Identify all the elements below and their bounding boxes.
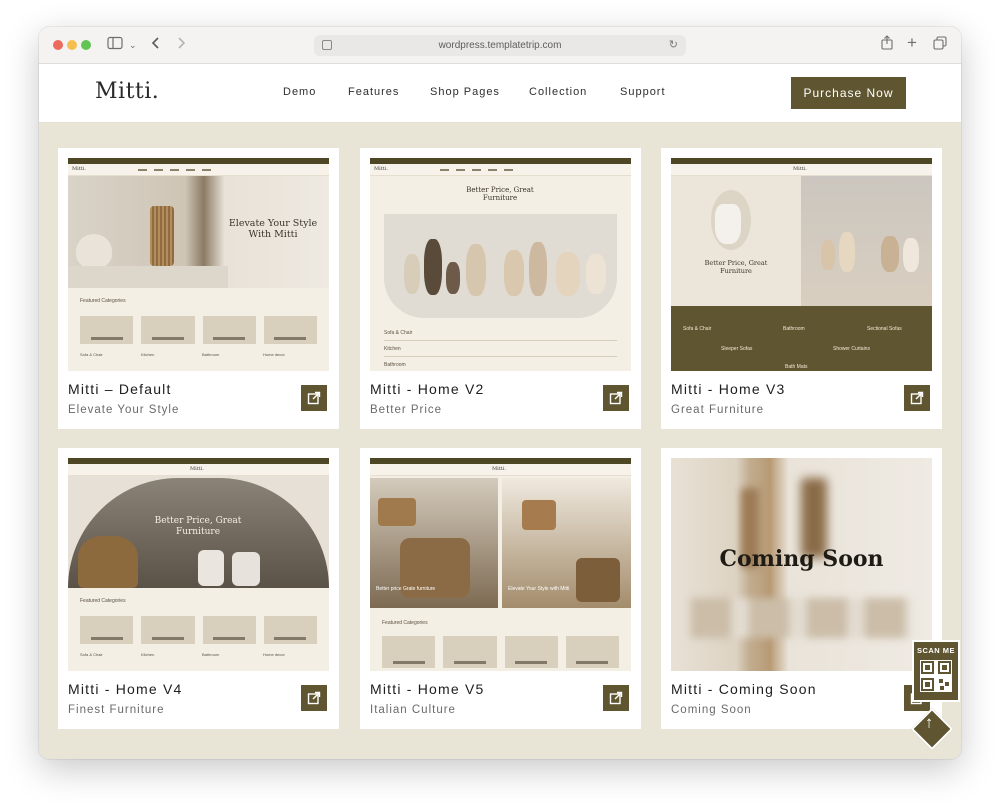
reload-icon[interactable]: ↻ — [669, 35, 678, 56]
external-link-icon — [307, 691, 321, 705]
card-subtitle: Elevate Your Style — [68, 404, 180, 416]
qr-code-icon — [920, 660, 952, 692]
open-demo-button[interactable] — [904, 385, 930, 411]
browser-titlebar: ⌄ wordpress.templatetrip.com ↻ + — [39, 27, 961, 64]
back-icon[interactable] — [151, 35, 161, 55]
browser-window: ⌄ wordpress.templatetrip.com ↻ + Mitti. … — [39, 27, 961, 759]
demo-thumbnail[interactable]: Mitti. Better Price, Great Furniture Fea… — [68, 458, 329, 671]
open-demo-button[interactable] — [301, 685, 327, 711]
tabs-overview-icon[interactable] — [933, 35, 947, 55]
card-subtitle: Finest Furniture — [68, 704, 165, 716]
thumb-hero-text: Better price Grate furniture — [376, 586, 436, 592]
demo-thumbnail[interactable]: Mitti. Better Price, Great Furniture Sof… — [671, 158, 932, 371]
demo-thumbnail[interactable]: Mitti. Better price Grate furniture Elev… — [370, 458, 631, 671]
open-demo-button[interactable] — [603, 685, 629, 711]
card-title[interactable]: Mitti – Default — [68, 381, 172, 397]
nav-shop-pages[interactable]: Shop Pages — [430, 86, 500, 98]
card-title[interactable]: Mitti - Home V5 — [370, 681, 484, 697]
thumb-hero-text: Better Price, Great Furniture — [466, 186, 534, 203]
demo-thumbnail[interactable]: Mitti. Better Price, Great Furniture Sof… — [370, 158, 631, 371]
thumb-hero-text: Elevate Your Style With Mitti — [228, 218, 318, 241]
site-logo[interactable]: Mitti. — [95, 79, 159, 104]
minimize-window-button[interactable] — [67, 40, 77, 50]
new-tab-icon[interactable]: + — [907, 33, 917, 53]
site-settings-icon[interactable] — [322, 40, 332, 50]
card-subtitle: Italian Culture — [370, 704, 456, 716]
nav-support[interactable]: Support — [620, 86, 666, 98]
thumb-hero-text: Better Price, Great Furniture — [154, 516, 242, 537]
card-subtitle: Better Price — [370, 404, 443, 416]
external-link-icon — [609, 691, 623, 705]
card-subtitle: Great Furniture — [671, 404, 764, 416]
site-header: Mitti. Demo Features Shop Pages Collecti… — [39, 64, 961, 123]
close-window-button[interactable] — [53, 40, 63, 50]
url-text: wordpress.templatetrip.com — [438, 40, 562, 51]
nav-collection[interactable]: Collection — [529, 86, 587, 98]
nav-features[interactable]: Features — [348, 86, 399, 98]
demo-card-home-v5[interactable]: Mitti. Better price Grate furniture Elev… — [360, 448, 641, 729]
thumb-hero-text: Better Price, Great Furniture — [704, 259, 768, 275]
external-link-icon — [609, 391, 623, 405]
card-title[interactable]: Mitti - Home V4 — [68, 681, 182, 697]
card-title[interactable]: Mitti - Home V3 — [671, 381, 785, 397]
demo-thumbnail[interactable]: Mitti. Elevate Your Style With Mitti Fea… — [68, 158, 329, 371]
card-title[interactable]: Mitti - Coming Soon — [671, 681, 817, 697]
coming-soon-heading: Coming Soon — [719, 546, 884, 572]
forward-icon[interactable] — [176, 35, 186, 55]
arrow-up-icon: ↑ — [925, 714, 934, 732]
demo-card-home-v2[interactable]: Mitti. Better Price, Great Furniture Sof… — [360, 148, 641, 429]
demo-card-coming-soon[interactable]: Coming Soon Mitti - Coming Soon Coming S… — [661, 448, 942, 729]
demo-card-home-v3[interactable]: Mitti. Better Price, Great Furniture Sof… — [661, 148, 942, 429]
demo-card-default[interactable]: Mitti. Elevate Your Style With Mitti Fea… — [58, 148, 339, 429]
card-subtitle: Coming Soon — [671, 704, 752, 716]
open-demo-button[interactable] — [603, 385, 629, 411]
external-link-icon — [910, 391, 924, 405]
zoom-window-button[interactable] — [81, 40, 91, 50]
chevron-down-icon[interactable]: ⌄ — [129, 35, 137, 55]
address-bar[interactable]: wordpress.templatetrip.com ↻ — [314, 35, 686, 56]
external-link-icon — [307, 391, 321, 405]
nav-demo[interactable]: Demo — [283, 86, 316, 98]
purchase-now-button[interactable]: Purchase Now — [791, 77, 906, 109]
demo-thumbnail[interactable]: Coming Soon — [671, 458, 932, 671]
share-icon[interactable] — [881, 35, 893, 55]
open-demo-button[interactable] — [301, 385, 327, 411]
card-title[interactable]: Mitti - Home V2 — [370, 381, 484, 397]
scan-me-label: SCAN ME — [916, 646, 956, 655]
demo-card-home-v4[interactable]: Mitti. Better Price, Great Furniture Fea… — [58, 448, 339, 729]
scan-me-widget[interactable]: SCAN ME — [912, 640, 960, 702]
sidebar-toggle-icon[interactable] — [107, 35, 123, 55]
